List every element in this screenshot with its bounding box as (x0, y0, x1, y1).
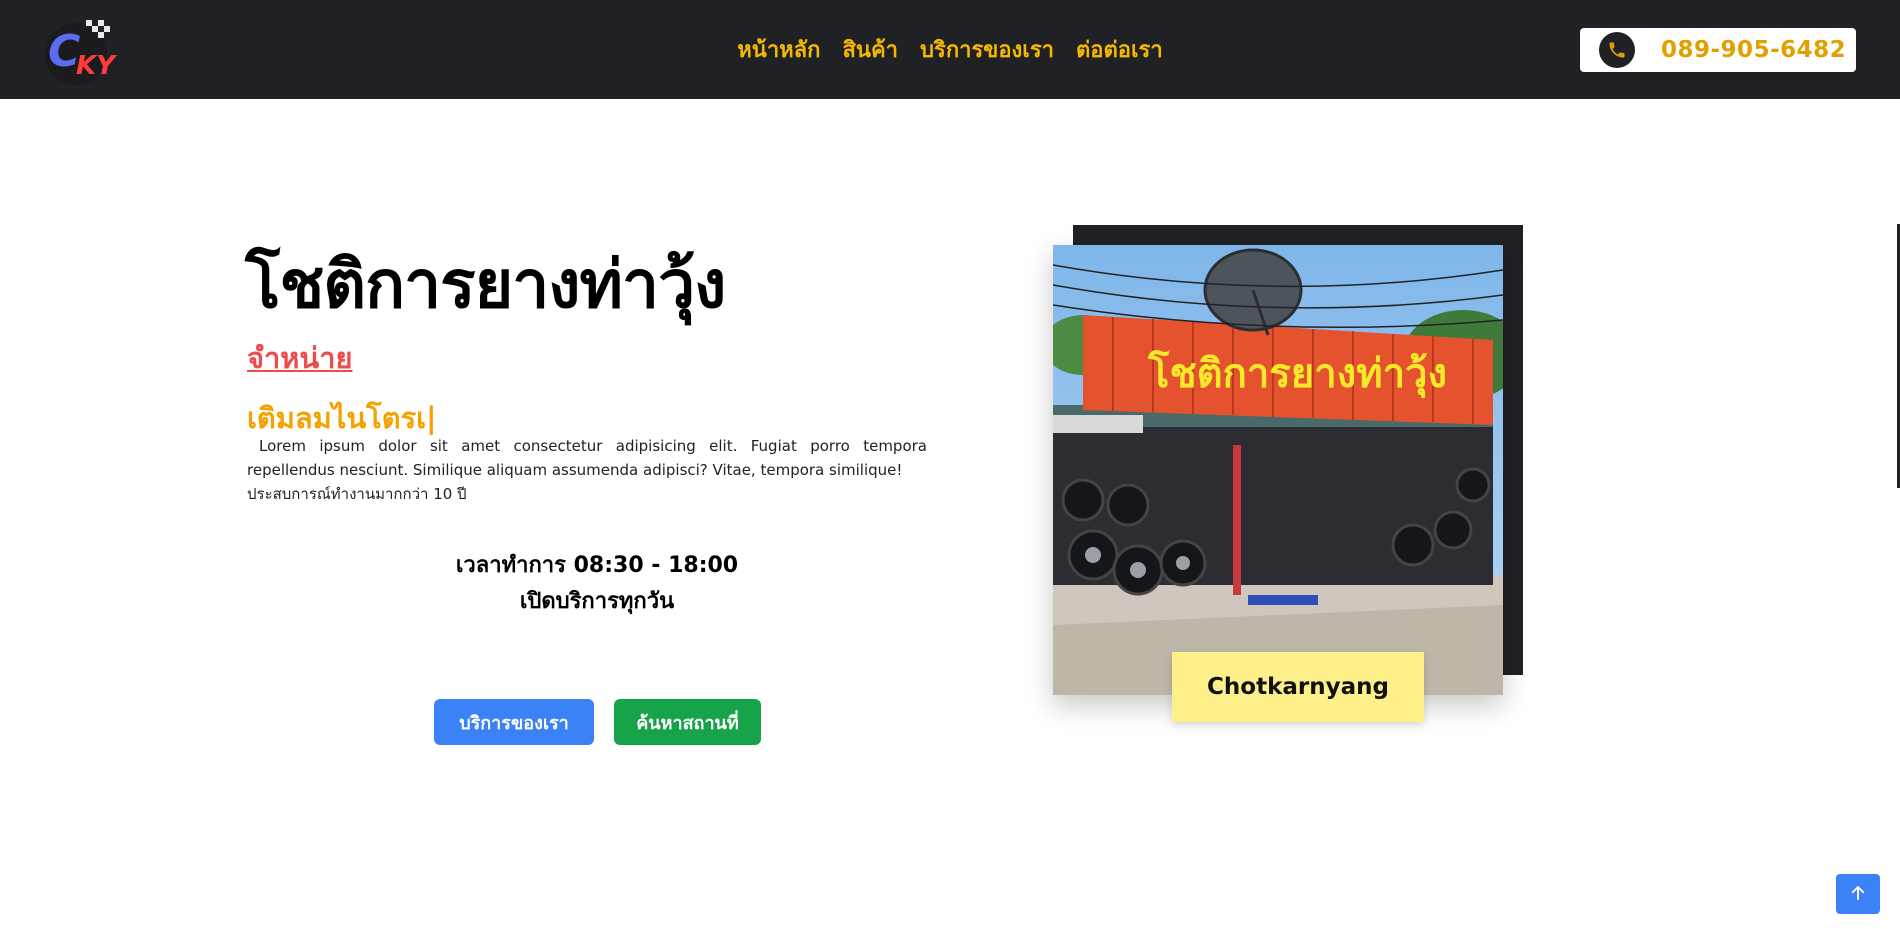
sign-text: โชติการยางท่าวุ้ง (1147, 350, 1447, 399)
business-hours: เวลาทำการ 08:30 - 18:00 เปิดบริการทุกวัน (247, 548, 947, 620)
hero-subtitle-sell: จำหน่าย (247, 341, 353, 375)
svg-text:KY: KY (76, 51, 118, 81)
description-experience: ประสบการณ์ทำงานมากกว่า 10 ปี (247, 485, 467, 503)
hero-description: Lorem ipsum dolor sit amet consectetur a… (247, 434, 927, 506)
arrow-up-icon (1849, 884, 1867, 905)
hours-text: เวลาทำการ 08:30 - 18:00 (455, 553, 739, 578)
description-lorem: Lorem ipsum dolor sit amet consectetur a… (247, 437, 927, 479)
scroll-to-top-button[interactable] (1836, 874, 1880, 914)
photo-caption: Chotkarnyang (1172, 652, 1424, 722)
top-navbar: C KY หน้าหลัก สินค้า บริการของเรา ต่อต่อ… (0, 0, 1900, 99)
phone-number: 089-905-6482 (1661, 37, 1847, 63)
nav-item-contact[interactable]: ต่อต่อเรา (1076, 32, 1163, 67)
find-location-button[interactable]: ค้นหาสถานที่ (614, 699, 761, 745)
brand-logo[interactable]: C KY (42, 14, 122, 86)
our-services-button[interactable]: บริการของเรา (434, 699, 594, 745)
nav-item-services[interactable]: บริการของเรา (920, 32, 1054, 67)
phone-contact-button[interactable]: 089-905-6482 (1580, 28, 1856, 72)
shop-photo: โชติการยางท่าวุ้ง (1053, 245, 1503, 695)
phone-icon (1599, 32, 1635, 68)
nav-item-home[interactable]: หน้าหลัก (737, 32, 820, 67)
nav-item-products[interactable]: สินค้า (842, 32, 898, 67)
open-days-text: เปิดบริการทุกวัน (519, 589, 675, 614)
hero-title: โชติการยางท่าวุ้ง (245, 246, 726, 323)
